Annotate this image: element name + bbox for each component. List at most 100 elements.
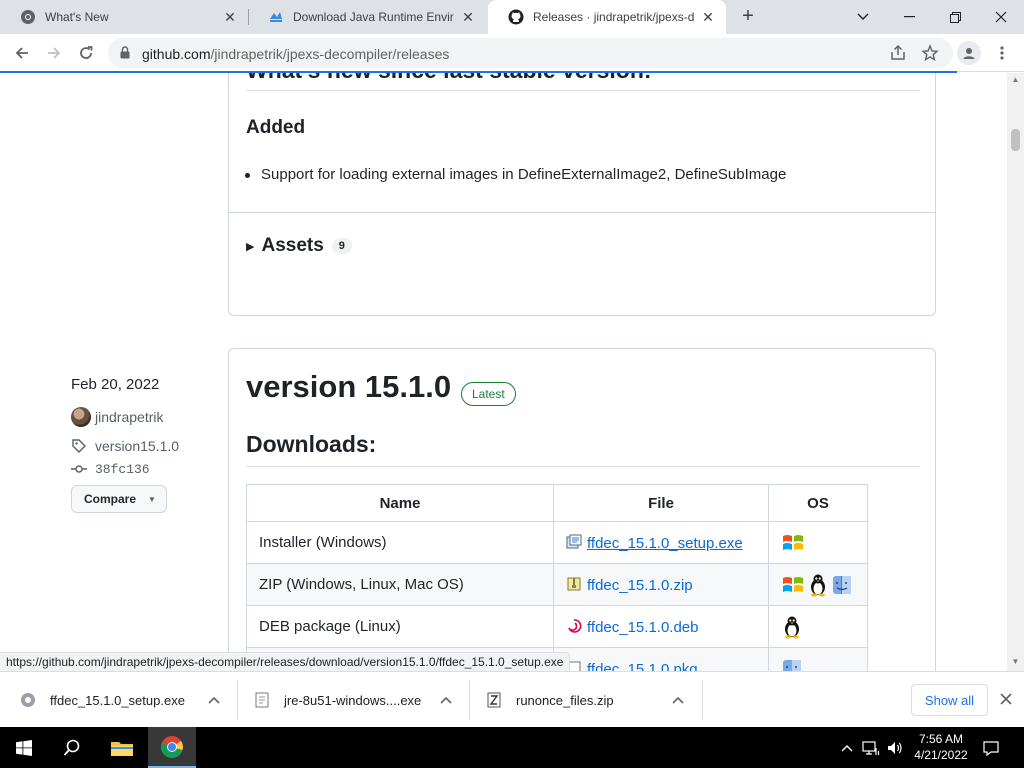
heading-underline	[246, 466, 920, 467]
tag-name: version15.1.0	[95, 438, 180, 454]
forward-button[interactable]	[40, 39, 68, 67]
chevron-up-icon[interactable]	[438, 692, 454, 708]
chrome-icon	[21, 10, 35, 24]
profile-avatar[interactable]	[957, 41, 981, 65]
assets-toggle[interactable]: ▶ Assets 9	[246, 235, 352, 257]
download-separator	[702, 680, 703, 720]
scrollbar-thumb[interactable]	[1011, 129, 1020, 151]
downloads-heading: Downloads:	[246, 431, 377, 457]
page-scrollbar[interactable]: ▲ ▼	[1007, 73, 1024, 671]
download-separator	[237, 680, 238, 720]
column-header-name: Name	[246, 484, 554, 522]
os-cell	[768, 521, 868, 564]
download-link[interactable]: ffdec_15.1.0.pkg	[587, 661, 698, 672]
assets-count-badge: 9	[331, 238, 352, 254]
lock-icon[interactable]	[120, 46, 130, 59]
tab-search-icon[interactable]	[840, 0, 886, 34]
expand-triangle-icon: ▶	[246, 240, 255, 253]
notifications-icon[interactable]	[980, 727, 1002, 768]
installer-icon	[566, 534, 582, 548]
reload-icon	[80, 46, 93, 59]
address-bar[interactable]: github.com/jindrapetrik/jpexs-decompiler…	[108, 38, 953, 68]
download-file-cell: ffdec_15.1.0.deb	[553, 605, 769, 648]
clock-time: 7:56 AM	[918, 732, 964, 746]
tab-whats-new[interactable]: What's New ✕	[0, 0, 248, 34]
latest-badge: Latest	[461, 382, 516, 406]
download-link[interactable]: ffdec_15.1.0_setup.exe	[587, 535, 743, 552]
close-shelf-icon[interactable]	[997, 690, 1015, 708]
release-title[interactable]: version 15.1.0	[246, 369, 451, 405]
clock-date: 4/21/2022	[914, 748, 968, 762]
tab-github-releases[interactable]: Releases · jindrapetrik/jpexs-decompiler…	[488, 0, 726, 34]
author-link[interactable]: jindrapetrik	[71, 407, 163, 427]
url-text[interactable]: github.com/jindrapetrik/jpexs-decompiler…	[142, 46, 449, 62]
share-icon[interactable]	[889, 44, 907, 62]
os-cell	[768, 605, 868, 648]
download-name: Installer (Windows)	[246, 521, 554, 564]
close-tab-icon[interactable]: ✕	[460, 9, 476, 25]
linux-tux-icon	[811, 574, 825, 596]
scroll-up-arrow-icon[interactable]: ▲	[1011, 75, 1020, 84]
download-item[interactable]: runonce_files.zip	[486, 678, 686, 722]
link-status-bubble: https://github.com/jindrapetrik/jpexs-de…	[0, 652, 571, 672]
latest-release-card: version 15.1.0 Latest Downloads: Name Fi…	[228, 348, 936, 671]
table-row: Installer (Windows) ffdec_15.1.0_setup.e…	[246, 521, 868, 564]
download-link[interactable]: ffdec_15.1.0.deb	[587, 619, 699, 636]
tag-link[interactable]: version15.1.0	[71, 438, 179, 454]
close-window-button[interactable]	[978, 0, 1024, 34]
back-button[interactable]	[8, 39, 36, 67]
download-name: DEB package (Linux)	[246, 605, 554, 648]
network-icon[interactable]	[860, 727, 882, 768]
windows-logo-icon	[783, 534, 803, 550]
download-shelf: ffdec_15.1.0_setup.exe jre-8u51-windows.…	[0, 671, 1024, 727]
linux-tux-icon	[785, 616, 799, 638]
new-tab-button[interactable]: +	[737, 5, 759, 27]
system-clock[interactable]: 7:56 AM 4/21/2022	[907, 731, 975, 763]
search-button[interactable]	[48, 727, 96, 768]
download-item[interactable]: jre-8u51-windows....exe	[254, 678, 454, 722]
zip-file-icon	[487, 692, 501, 708]
browser-menu-button[interactable]	[992, 41, 1012, 65]
close-tab-icon[interactable]: ✕	[222, 9, 238, 25]
github-icon	[508, 9, 524, 25]
tab-java-download[interactable]: Download Java Runtime Environment ✕	[248, 0, 486, 34]
tab-title: Download Java Runtime Environment	[293, 10, 454, 24]
bookmark-star-icon[interactable]	[921, 44, 939, 62]
download-link[interactable]: ffdec_15.1.0.zip	[587, 577, 693, 594]
chevron-up-icon[interactable]	[206, 692, 222, 708]
reload-button[interactable]	[72, 39, 100, 67]
file-explorer-button[interactable]	[98, 727, 146, 768]
os-cell	[768, 563, 868, 606]
volume-icon[interactable]	[884, 727, 906, 768]
tray-overflow-icon[interactable]	[838, 727, 856, 768]
chevron-up-icon[interactable]	[670, 692, 686, 708]
minimize-button[interactable]	[886, 0, 932, 34]
arrow-left-icon	[15, 47, 28, 59]
tag-icon	[72, 439, 86, 453]
chrome-taskbar-button[interactable]	[148, 727, 196, 768]
download-file-cell: ffdec_15.1.0.pkg	[553, 647, 769, 672]
show-all-button[interactable]: Show all	[911, 684, 988, 716]
release-date: Feb 20, 2022	[71, 376, 160, 393]
assets-label: Assets	[261, 235, 324, 256]
download-filename: jre-8u51-windows....exe	[284, 692, 422, 708]
restore-button[interactable]	[932, 0, 978, 34]
compare-button[interactable]: Compare ▼	[71, 485, 167, 513]
setup-file-icon	[21, 693, 35, 707]
tab-strip: What's New ✕ Download Java Runtime Envir…	[0, 0, 1024, 34]
arrow-right-icon	[48, 47, 61, 59]
list-item: Support for loading external images in D…	[244, 166, 787, 183]
downloads-table: Name File OS Installer (Windows) ffdec_1…	[246, 484, 868, 671]
close-tab-icon[interactable]: ✕	[700, 9, 716, 25]
column-header-os: OS	[768, 484, 868, 522]
commit-link[interactable]: 38fc136	[71, 461, 150, 477]
release-meta: Feb 20, 2022 jindrapetrik version15.1.0 …	[71, 376, 211, 513]
start-button[interactable]	[0, 727, 48, 768]
download-item[interactable]: ffdec_15.1.0_setup.exe	[20, 678, 222, 722]
scroll-down-arrow-icon[interactable]: ▼	[1011, 657, 1020, 666]
os-cell	[768, 647, 868, 671]
mac-finder-icon	[783, 659, 801, 671]
chrome-icon	[160, 735, 183, 758]
tab-title: Releases · jindrapetrik/jpexs-decompiler	[533, 10, 694, 24]
column-header-file: File	[553, 484, 769, 522]
